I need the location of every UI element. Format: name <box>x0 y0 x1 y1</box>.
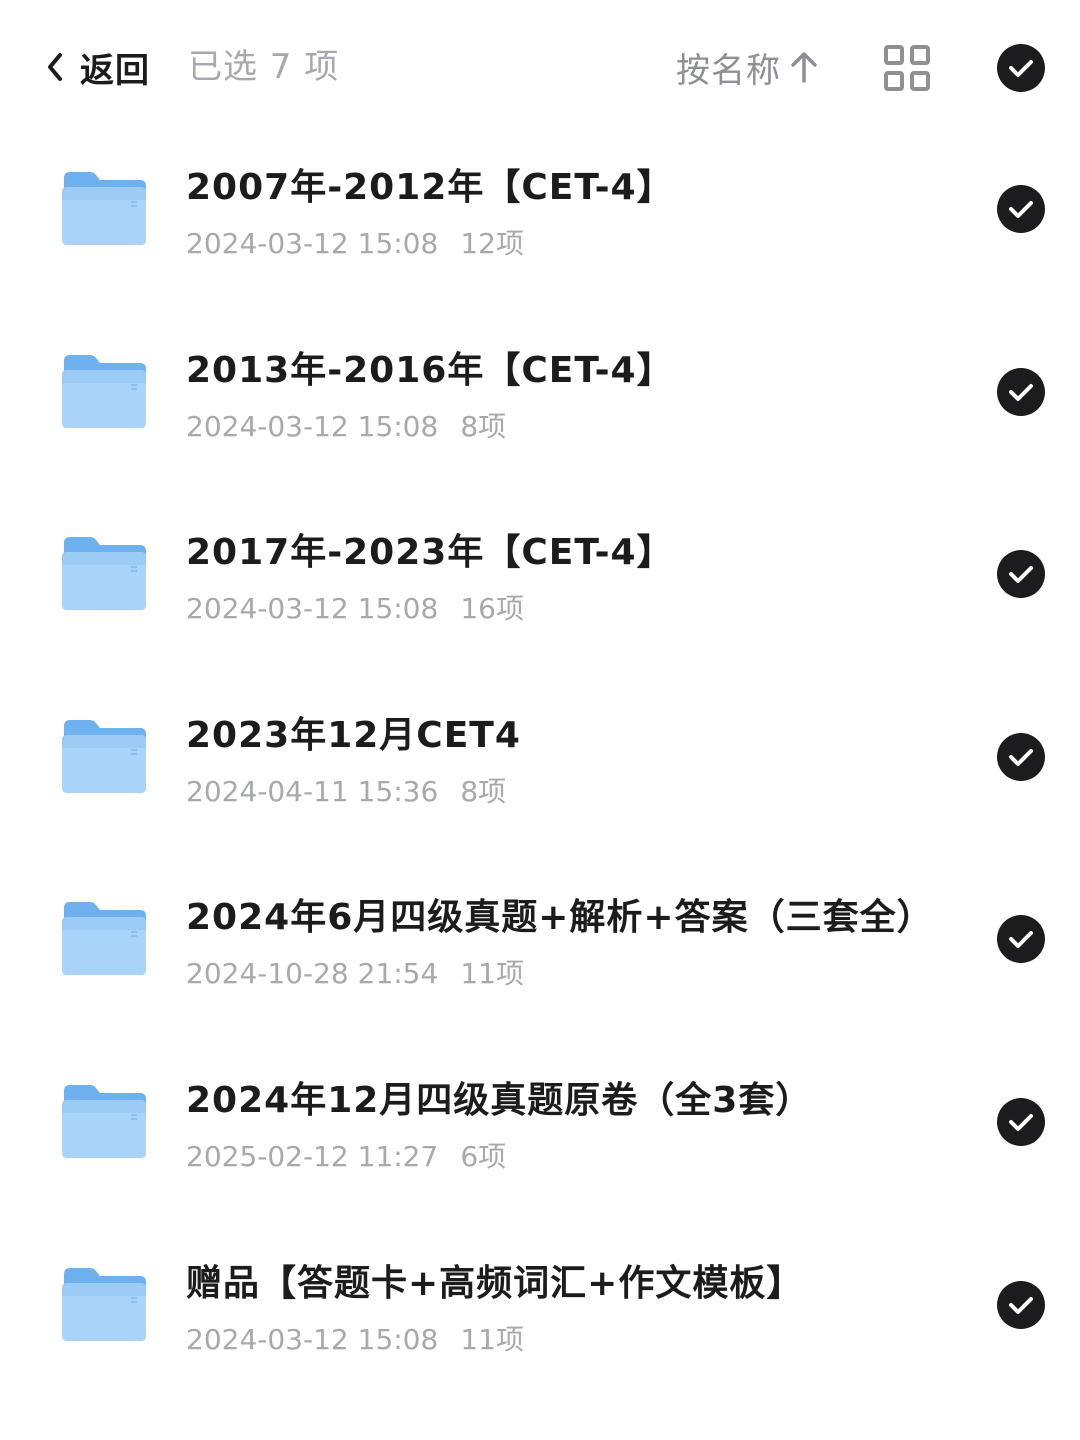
folder-name: 2013年-2016年【CET-4】 <box>186 349 674 391</box>
chevron-left-icon <box>44 51 66 83</box>
folder-item-count: 6项 <box>460 1139 507 1173</box>
select-all-checkbox[interactable] <box>997 44 1045 92</box>
folder-row[interactable]: 2024年12月四级真题原卷（全3套） 2025-02-12 11:27 6项 <box>0 1031 1080 1214</box>
folder-meta: 2024-04-11 15:36 8项 <box>186 770 506 810</box>
folder-name: 赠品【答题卡+高频词汇+作文模板】 <box>186 1262 804 1304</box>
grid-view-button[interactable] <box>883 44 931 92</box>
row-checkbox[interactable] <box>997 185 1045 233</box>
folder-icon <box>60 718 148 794</box>
folder-row[interactable]: 2007年-2012年【CET-4】 2024-03-12 15:08 12项 <box>0 118 1080 301</box>
check-circle-icon <box>997 1097 1045 1146</box>
folder-name: 2024年6月四级真题+解析+答案（三套全） <box>186 897 934 939</box>
folder-icon <box>60 535 148 611</box>
folder-date: 2024-10-28 21:54 <box>186 957 439 991</box>
check-circle-icon <box>997 185 1045 233</box>
folder-meta: 2024-03-12 15:08 11项 <box>186 1318 524 1358</box>
row-checkbox[interactable] <box>997 1280 1045 1329</box>
check-circle-icon <box>997 367 1045 416</box>
sort-button[interactable]: 按名称 <box>676 40 819 94</box>
folder-item-count: 16项 <box>460 592 524 626</box>
folder-date: 2025-02-12 11:27 <box>186 1139 439 1173</box>
back-button[interactable]: 返回 <box>44 40 150 94</box>
folder-row[interactable]: 赠品【答题卡+高频词汇+作文模板】 2024-03-12 15:08 11项 <box>0 1214 1080 1397</box>
folder-date: 2024-03-12 15:08 <box>186 409 439 443</box>
folder-meta: 2024-03-12 15:08 16项 <box>186 587 524 627</box>
row-checkbox[interactable] <box>997 367 1045 416</box>
sort-label: 按名称 <box>676 50 781 91</box>
folder-date: 2024-04-11 15:36 <box>186 774 439 808</box>
folder-meta: 2025-02-12 11:27 6项 <box>186 1135 506 1175</box>
folder-date: 2024-03-12 15:08 <box>186 592 439 626</box>
folder-icon <box>60 1266 148 1342</box>
folder-row[interactable]: 2013年-2016年【CET-4】 2024-03-12 15:08 8项 <box>0 301 1080 484</box>
check-circle-icon <box>997 1280 1045 1329</box>
folder-item-count: 11项 <box>460 1322 524 1356</box>
selected-count: 已选 7 项 <box>188 47 340 87</box>
folder-icon <box>60 1083 148 1159</box>
check-circle-icon <box>997 732 1045 781</box>
folder-date: 2024-03-12 15:08 <box>186 227 439 260</box>
folder-icon <box>60 353 148 429</box>
row-checkbox[interactable] <box>997 915 1045 964</box>
folder-name: 2024年12月四级真题原卷（全3套） <box>186 1079 813 1121</box>
row-checkbox[interactable] <box>997 732 1045 781</box>
folder-name: 2023年12月CET4 <box>186 714 521 756</box>
check-circle-icon <box>997 44 1045 92</box>
row-checkbox[interactable] <box>997 1097 1045 1146</box>
folder-name: 2007年-2012年【CET-4】 <box>186 167 674 208</box>
folder-list: 2007年-2012年【CET-4】 2024-03-12 15:08 12项 2… <box>0 118 1080 1396</box>
folder-item-count: 11项 <box>460 957 524 991</box>
folder-meta: 2024-03-12 15:08 8项 <box>186 405 506 445</box>
check-circle-icon <box>997 915 1045 964</box>
folder-icon <box>60 170 148 246</box>
folder-item-count: 8项 <box>460 774 507 808</box>
folder-row[interactable]: 2024年6月四级真题+解析+答案（三套全） 2024-10-28 21:54 1… <box>0 848 1080 1031</box>
folder-row[interactable]: 2017年-2023年【CET-4】 2024-03-12 15:08 16项 <box>0 483 1080 666</box>
back-label: 返回 <box>80 50 150 91</box>
folder-meta: 2024-03-12 15:08 12项 <box>186 222 524 262</box>
row-checkbox[interactable] <box>997 550 1045 599</box>
folder-item-count: 12项 <box>460 227 524 260</box>
arrow-up-icon <box>781 50 819 84</box>
grid-icon <box>883 45 931 96</box>
folder-date: 2024-03-12 15:08 <box>186 1322 439 1356</box>
folder-icon <box>60 900 148 976</box>
check-circle-icon <box>997 550 1045 599</box>
folder-row[interactable]: 2023年12月CET4 2024-04-11 15:36 8项 <box>0 666 1080 849</box>
folder-name: 2017年-2023年【CET-4】 <box>186 532 674 574</box>
top-bar: 返回 已选 7 项 按名称 <box>0 0 1080 134</box>
folder-meta: 2024-10-28 21:54 11项 <box>186 952 524 992</box>
folder-item-count: 8项 <box>460 409 507 443</box>
